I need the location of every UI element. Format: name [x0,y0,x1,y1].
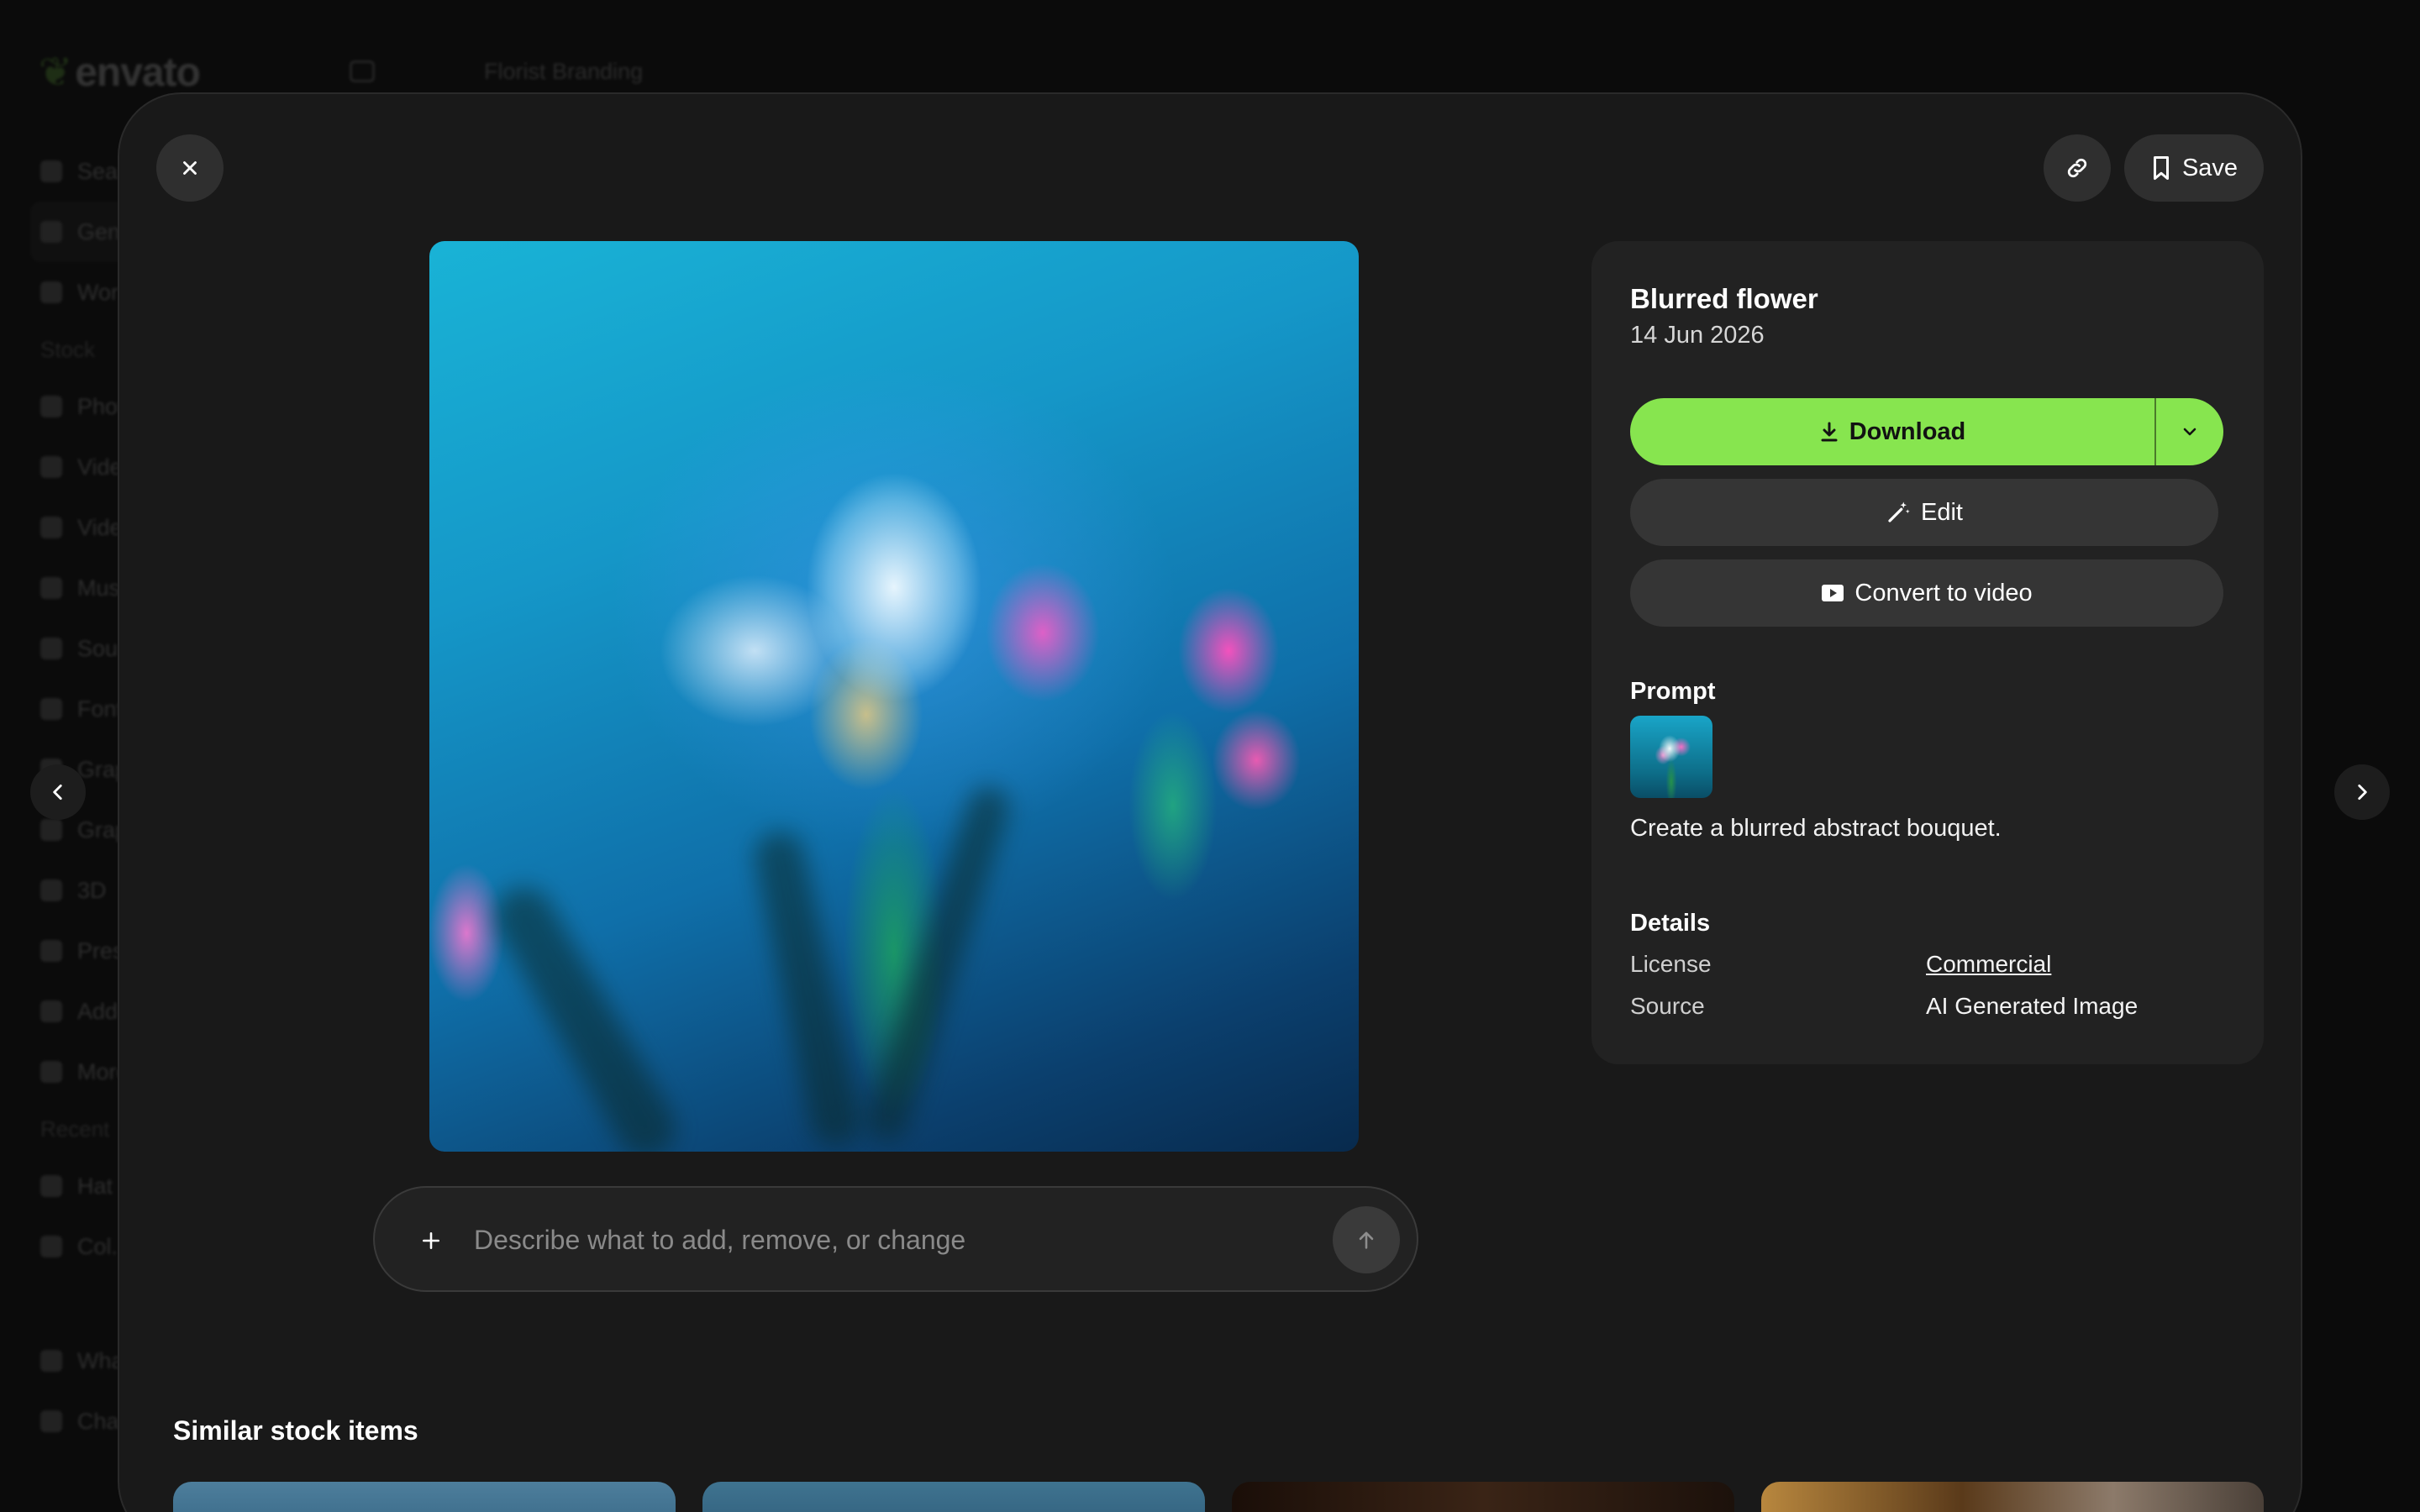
prompt-text: Create a blurred abstract bouquet. [1630,815,2002,842]
chevron-left-icon [53,785,62,800]
send-button[interactable] [1333,1206,1400,1273]
save-button[interactable]: Save [2124,134,2264,202]
next-item-button[interactable] [2334,764,2390,820]
prompt-heading: Prompt [1630,678,1716,705]
edit-button[interactable]: Edit [1630,479,2218,546]
download-label: Download [1849,417,1966,445]
item-detail-modal: Save Blurred flower 14 Jun 2026 Download [118,92,2302,1512]
similar-item-thumbnail[interactable] [173,1482,676,1512]
chevron-down-icon [2183,428,2196,436]
detail-row-source: Source AI Generated Image [1630,993,2223,1026]
detail-row-license: License Commercial [1630,951,2223,984]
prompt-reference-thumbnail[interactable] [1630,716,1712,798]
detail-key: Source [1630,993,1705,1019]
similar-item-thumbnail[interactable] [702,1482,1205,1512]
edit-prompt-bar [373,1186,1418,1292]
close-icon [183,161,197,175]
download-icon [1821,422,1838,442]
item-title: Blurred flower [1630,283,1818,314]
details-panel: Blurred flower 14 Jun 2026 Download Edit… [1591,241,2264,1064]
generated-image [429,241,1359,1152]
magic-wand-icon [1888,501,1910,522]
arrow-up-icon [1359,1231,1374,1249]
project-name: Florist Branding [484,59,644,84]
add-attachment-button[interactable] [412,1221,450,1260]
bookmark-icon [2153,156,2169,180]
copy-link-button[interactable] [2044,134,2111,202]
similar-item-thumbnail[interactable] [1761,1482,2264,1512]
previous-item-button[interactable] [30,764,86,820]
edit-prompt-input[interactable] [474,1213,1297,1267]
license-link[interactable]: Commercial [1926,951,2051,978]
details-heading: Details [1630,910,1711,937]
detail-value: AI Generated Image [1926,993,2139,1019]
download-button[interactable]: Download [1630,398,2154,465]
download-options-button[interactable] [2156,398,2223,465]
similar-items-heading: Similar stock items [173,1415,418,1446]
plus-icon [423,1232,439,1249]
sidebar-toggle-icon [350,60,375,82]
detail-key: License [1630,951,1712,977]
envato-logo: ❦envato [39,50,201,95]
save-label: Save [2181,154,2238,181]
close-button[interactable] [156,134,224,202]
video-play-icon [1822,585,1844,601]
similar-item-thumbnail[interactable] [1232,1482,1734,1512]
link-icon [2067,158,2087,178]
convert-label: Convert to video [1854,579,2033,606]
convert-to-video-button[interactable]: Convert to video [1630,559,2223,627]
chevron-right-icon [2358,785,2367,800]
download-button-group: Download [1630,398,2223,465]
edit-label: Edit [1921,498,1963,526]
item-date: 14 Jun 2026 [1630,322,1765,349]
